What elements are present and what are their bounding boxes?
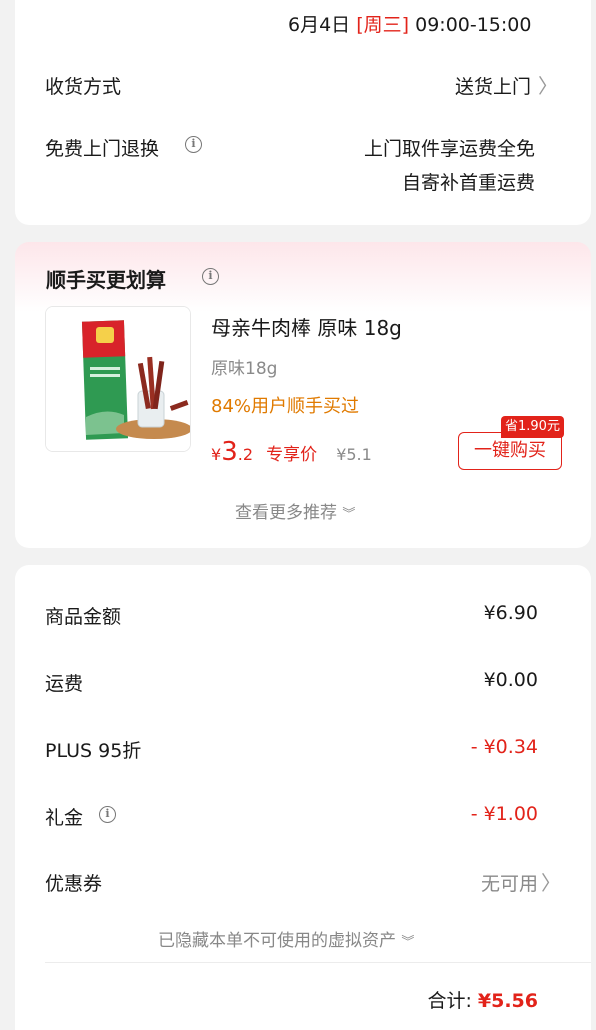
see-more-label: 查看更多推荐 [235,503,337,523]
divider [45,962,591,963]
price-summary-card: 商品金额 ¥6.90 运费 ¥0.00 PLUS 95折 - ¥0.34 礼金 … [15,565,591,1030]
chevron-right-icon[interactable]: 〉 [538,70,558,99]
total-value: ¥5.56 [477,990,538,1012]
info-icon[interactable]: i [99,806,116,823]
addon-card: 顺手买更划算 i 母亲牛肉棒 原味 18g 原味18g 84%用户顺手买过 ¥3… [15,242,591,548]
delivery-card: 6月4日 [周三] 09:00-15:00 收货方式 送货上门 〉 免费上门退换… [15,0,591,225]
goods-amount-label: 商品金额 [45,606,122,628]
product-image[interactable] [45,306,191,452]
receive-method-label: 收货方式 [45,76,122,98]
plus-discount-value: - ¥0.34 [470,736,538,758]
chevron-down-icon: ︾ [342,507,356,522]
coupon-label: 优惠券 [45,873,103,895]
delivery-date: 6月4日 [288,14,351,36]
info-icon[interactable]: i [185,136,202,153]
coupon-value[interactable]: 无可用 [481,869,538,896]
addon-title: 顺手买更划算 [46,268,166,292]
hidden-assets-label: 已隐藏本单不可使用的虚拟资产 [158,931,396,951]
see-more-link[interactable]: 查看更多推荐 ︾ [235,498,355,523]
delivery-time[interactable]: 6月4日 [周三] 09:00-15:00 [288,10,531,37]
order-total: 合计: ¥5.56 [427,986,538,1013]
free-return-label: 免费上门退换 [45,138,160,160]
hidden-assets-toggle[interactable]: 已隐藏本单不可使用的虚拟资产 ︾ [158,926,414,951]
chevron-down-icon: ︾ [401,935,415,950]
plus-discount-label: PLUS 95折 [45,740,142,762]
price-symbol: ¥ [211,445,222,464]
price-tag: 专享价 [266,445,318,465]
price-integer: 3 [221,437,238,467]
product-spec: 原味18g [211,359,278,379]
original-price: ¥5.1 [336,445,372,464]
gift-money-value: - ¥1.00 [470,803,538,825]
free-return-line2: 自寄补首重运费 [401,172,535,194]
shipping-value: ¥0.00 [483,669,538,691]
info-icon[interactable]: i [202,268,219,285]
delivery-weekday: [周三] [356,14,410,36]
shipping-label: 运费 [45,673,84,695]
receive-method-value[interactable]: 送货上门 [455,72,531,99]
social-proof: 84%用户顺手买过 [211,396,360,417]
save-badge: 省1.90元 [501,416,564,438]
total-label: 合计: [427,990,472,1012]
free-return-line1: 上门取件享运费全免 [363,138,535,160]
delivery-hours: 09:00-15:00 [415,14,532,36]
goods-amount-value: ¥6.90 [483,602,538,624]
beef-stick-package-icon [46,307,190,451]
price-decimal: .2 [237,445,253,464]
gift-money-label: 礼金 [45,807,84,829]
product-name[interactable]: 母亲牛肉棒 原味 18g [211,312,402,341]
chevron-right-icon[interactable]: 〉 [541,867,561,896]
product-price: ¥3.2 专享价 ¥5.1 [211,438,372,469]
